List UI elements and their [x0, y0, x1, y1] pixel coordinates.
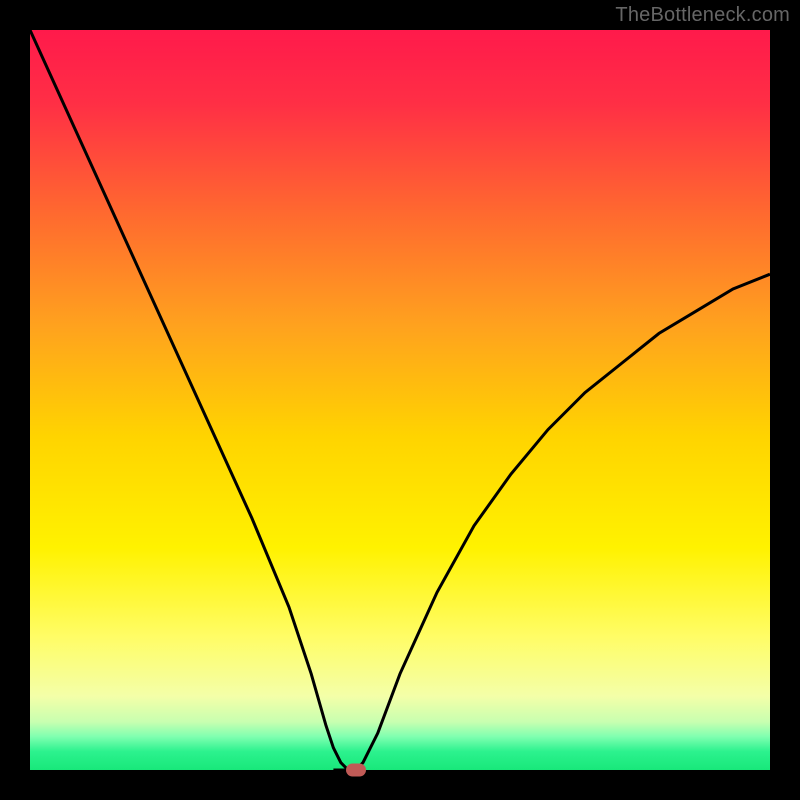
watermark-text: TheBottleneck.com [615, 4, 790, 27]
plot-svg [30, 30, 770, 770]
gradient-background [30, 30, 770, 770]
result-marker [346, 764, 366, 777]
plot-area [30, 30, 770, 770]
chart-frame: TheBottleneck.com [0, 0, 800, 800]
